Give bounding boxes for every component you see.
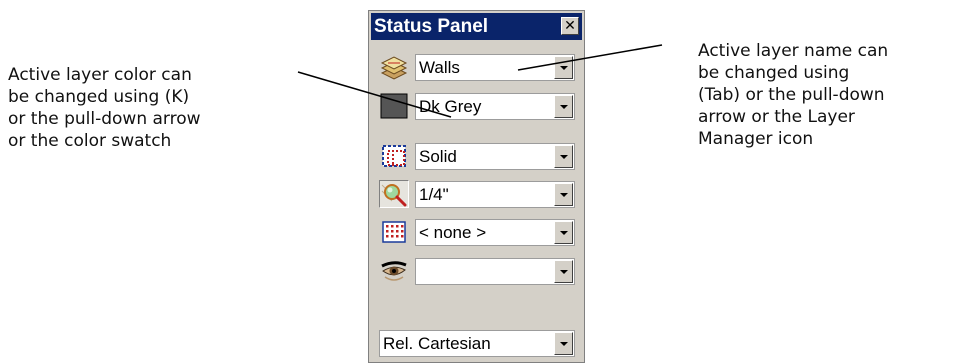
- visibility-select[interactable]: [415, 258, 575, 285]
- callout-line: (Tab) or the pull-down: [698, 85, 885, 105]
- color-swatch-icon[interactable]: [379, 92, 409, 120]
- grid-select[interactable]: < none >: [415, 219, 575, 246]
- layer-select[interactable]: Walls: [415, 54, 575, 81]
- color-dropdown-button[interactable]: [554, 95, 573, 118]
- line-style-select[interactable]: Solid: [415, 143, 575, 170]
- callout-line: Active layer color can: [8, 65, 192, 85]
- callout-line: or the pull-down arrow: [8, 109, 201, 129]
- status-panel: Status Panel ✕ Walls Dk Grey Solid 1/4" …: [368, 10, 585, 363]
- scale-value: 1/4": [419, 185, 449, 204]
- title-bar[interactable]: Status Panel ✕: [371, 13, 582, 40]
- coordinate-mode-value: Rel. Cartesian: [383, 334, 491, 353]
- zoom-scale-icon[interactable]: [379, 180, 409, 208]
- layer-value: Walls: [419, 58, 460, 77]
- grid-value: < none >: [419, 223, 487, 242]
- coordinate-mode-select[interactable]: Rel. Cartesian: [379, 330, 575, 357]
- line-style-dropdown-button[interactable]: [554, 145, 573, 168]
- grid-dropdown-button[interactable]: [554, 221, 573, 244]
- panel-title: Status Panel: [374, 16, 489, 37]
- close-icon: ✕: [564, 18, 576, 34]
- scale-select[interactable]: 1/4": [415, 181, 575, 208]
- coordinate-mode-dropdown-button[interactable]: [554, 332, 573, 355]
- scale-dropdown-button[interactable]: [554, 183, 573, 206]
- callout-line: Manager icon: [698, 129, 814, 149]
- visibility-dropdown-button[interactable]: [554, 260, 573, 283]
- callout-line: or the color swatch: [8, 131, 172, 151]
- callout-line: be changed using (K): [8, 87, 190, 107]
- line-style-icon[interactable]: [379, 142, 409, 170]
- line-style-value: Solid: [419, 147, 457, 166]
- color-select[interactable]: Dk Grey: [415, 93, 575, 120]
- close-button[interactable]: ✕: [561, 17, 579, 35]
- callout-line: be changed using: [698, 63, 850, 83]
- color-value: Dk Grey: [419, 97, 482, 116]
- callout-line: arrow or the Layer: [698, 107, 855, 127]
- layer-dropdown-button[interactable]: [554, 56, 573, 79]
- color-callout: Active layer color can be changed using …: [8, 64, 201, 152]
- grid-snap-icon[interactable]: [379, 218, 409, 246]
- layer-name-callout: Active layer name can be changed using (…: [698, 40, 888, 150]
- callout-line: Active layer name can: [698, 41, 889, 61]
- layer-manager-icon[interactable]: [379, 53, 409, 81]
- eye-icon[interactable]: [379, 257, 409, 285]
